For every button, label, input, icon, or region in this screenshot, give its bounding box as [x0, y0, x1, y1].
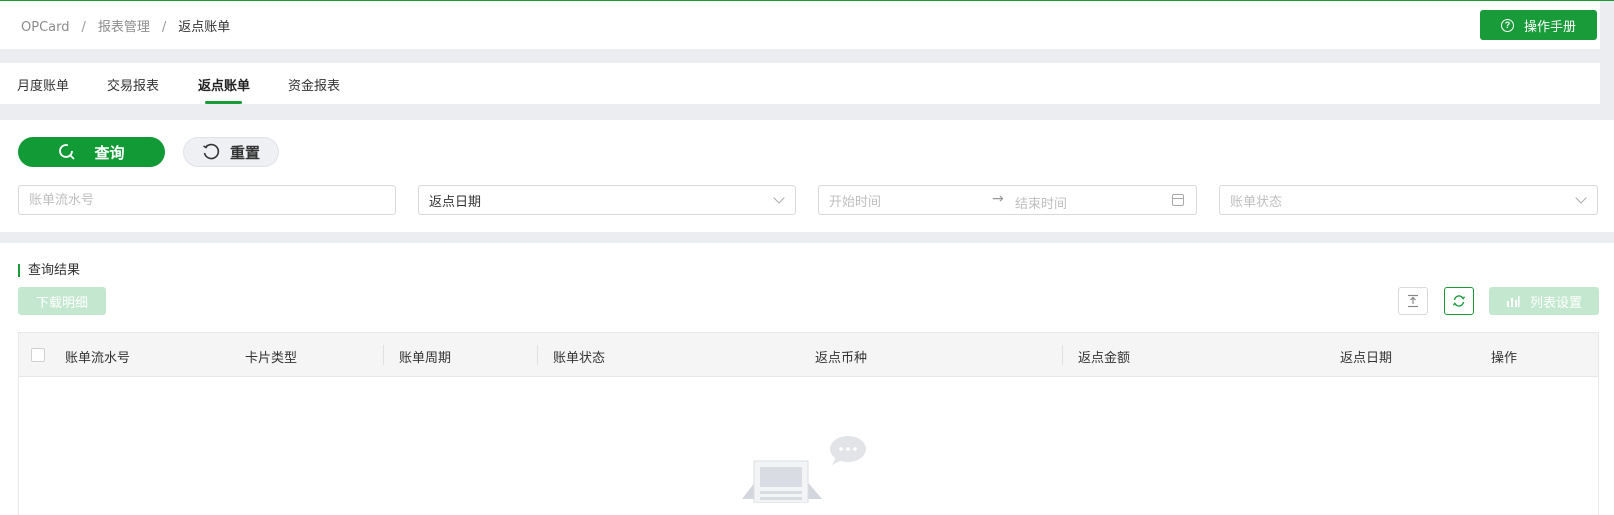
column-header: 返点日期: [1340, 351, 1393, 366]
manual-button-label: 操作手册: [1523, 18, 1576, 34]
refresh-ccw-icon: [203, 143, 220, 160]
column-divider: [383, 345, 384, 365]
column-header: 账单周期: [399, 351, 452, 366]
column-header: 返点金额: [1078, 351, 1131, 366]
column-divider: [537, 345, 538, 365]
reset-button-label: 重置: [229, 144, 260, 162]
results-title: 查询结果: [18, 264, 80, 277]
column-header: 返点币种: [815, 351, 868, 366]
export-button[interactable]: [1398, 287, 1428, 315]
question-circle-icon: ?: [1500, 18, 1514, 32]
breadcrumb: OPCard / 报表管理 / 返点账单: [21, 16, 230, 35]
tab-monthly-bill[interactable]: 月度账单: [17, 75, 69, 94]
column-divider: [1062, 345, 1063, 365]
query-button[interactable]: 查询: [18, 137, 165, 167]
sync-icon: [1452, 295, 1466, 307]
bill-status-select[interactable]: 账单状态: [1219, 185, 1598, 215]
end-date-input[interactable]: 结束时间: [1015, 193, 1067, 212]
column-header: 账单流水号: [65, 351, 131, 366]
calendar-icon: [1172, 194, 1184, 206]
export-icon: [1408, 294, 1418, 308]
chevron-down-icon: [1575, 192, 1587, 204]
download-detail-button[interactable]: 下载明细: [18, 287, 106, 315]
start-date-input[interactable]: 开始时间: [829, 191, 881, 210]
breadcrumb-separator: /: [161, 20, 167, 35]
breadcrumb-separator: /: [81, 20, 86, 35]
empty-state-illustration: [742, 436, 866, 503]
query-button-label: 查询: [94, 144, 125, 162]
breadcrumb-parent[interactable]: 报表管理: [98, 20, 150, 35]
column-settings-label: 列表设置: [1529, 295, 1582, 311]
tab-transaction-report[interactable]: 交易报表: [107, 75, 159, 94]
column-header: 卡片类型: [245, 351, 298, 366]
bar-chart-icon: [1506, 296, 1520, 307]
chevron-down-icon: [773, 192, 785, 204]
bill-no-field[interactable]: [18, 185, 396, 215]
column-header: 账单状态: [553, 351, 606, 366]
table-header: 账单流水号 卡片类型 账单周期 账单状态 返点币种 返点金额 返点日期 操作: [19, 333, 1598, 377]
tab-rebate-bill[interactable]: 返点账单: [198, 75, 250, 94]
refresh-button[interactable]: [1444, 287, 1474, 315]
page-header: OPCard / 报表管理 / 返点账单 ? 操作手册: [0, 1, 1600, 49]
manual-button[interactable]: ? 操作手册: [1480, 10, 1597, 40]
arrow-right-icon: →: [992, 191, 1004, 207]
breadcrumb-root[interactable]: OPCard: [21, 20, 69, 35]
results-panel: 查询结果 下载明细 列表设置 账单流水号 卡片类型 账单周期 账单状态 返点币种…: [0, 243, 1614, 515]
date-type-value: 返点日期: [429, 194, 482, 210]
reset-button[interactable]: 重置: [183, 137, 279, 167]
active-tab-indicator: [205, 101, 242, 104]
tab-fund-report[interactable]: 资金报表: [288, 75, 340, 94]
search-icon: [59, 144, 76, 160]
breadcrumb-current: 返点账单: [178, 20, 231, 35]
column-header: 操作: [1491, 351, 1518, 366]
date-range-picker[interactable]: 开始时间 → 结束时间: [818, 185, 1197, 215]
filter-panel: 查询 重置 返点日期 开始时间 → 结束时间 账单状态: [0, 120, 1614, 232]
bill-no-input[interactable]: [29, 192, 359, 208]
date-type-select[interactable]: 返点日期: [418, 185, 796, 215]
bill-status-placeholder: 账单状态: [1230, 194, 1283, 210]
select-all-checkbox[interactable]: [31, 348, 45, 362]
tab-bar: 月度账单 交易报表 返点账单 资金报表: [0, 63, 1600, 104]
column-settings-button[interactable]: 列表设置: [1489, 287, 1599, 315]
